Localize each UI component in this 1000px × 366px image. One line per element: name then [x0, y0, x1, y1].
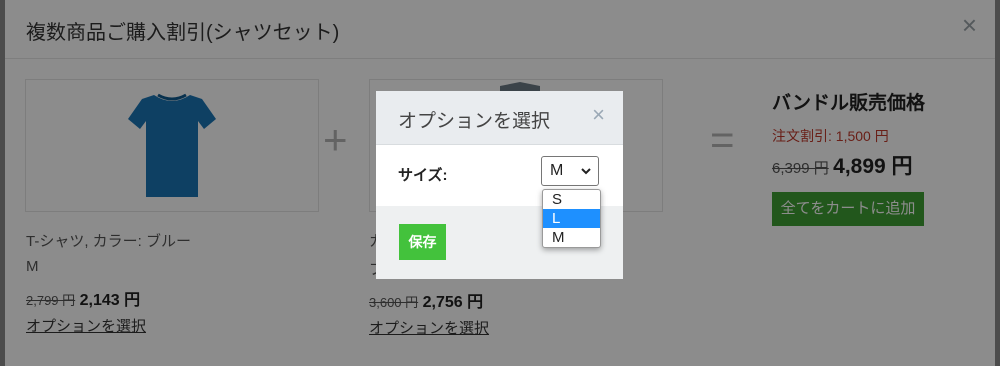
- dialog-title: オプションを選択: [398, 111, 551, 132]
- save-button[interactable]: 保存: [399, 224, 446, 260]
- size-select-value: M: [550, 162, 564, 179]
- dialog-header: オプションを選択 ×: [376, 91, 623, 145]
- size-option[interactable]: L: [543, 209, 600, 228]
- size-label: サイズ:: [398, 167, 448, 184]
- size-dropdown-list: S L M: [542, 189, 601, 248]
- close-icon[interactable]: ×: [592, 102, 605, 128]
- size-option[interactable]: S: [543, 190, 600, 209]
- size-select[interactable]: M: [541, 156, 599, 186]
- options-dialog: オプションを選択 × サイズ: M 保存: [376, 91, 623, 279]
- size-option[interactable]: M: [543, 228, 600, 247]
- chevron-down-icon: [581, 168, 591, 175]
